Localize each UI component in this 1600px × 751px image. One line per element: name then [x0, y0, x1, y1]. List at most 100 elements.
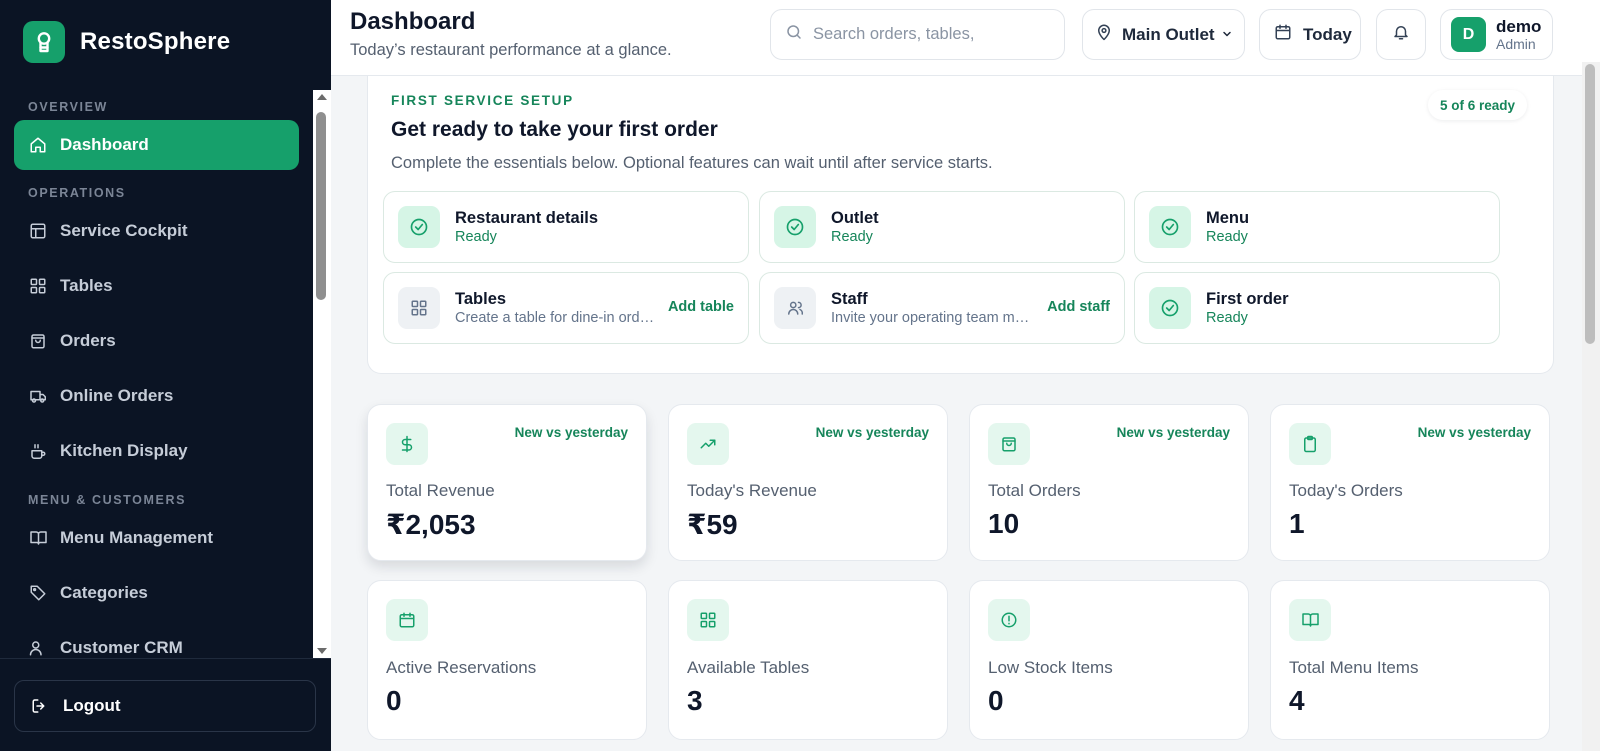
- step-title: Menu: [1206, 208, 1250, 227]
- main-scroll-thumb[interactable]: [1585, 64, 1595, 344]
- sidebar-item-label: Service Cockpit: [60, 221, 188, 240]
- logout-button[interactable]: Logout: [14, 680, 316, 732]
- sidebar-item-online-orders[interactable]: Online Orders: [14, 371, 299, 421]
- outlet-selector[interactable]: Main Outlet: [1082, 9, 1245, 60]
- sidebar-item-label: Tables: [60, 276, 113, 295]
- sidebar-item-label: Categories: [60, 583, 148, 602]
- shopping-bag-icon: [988, 423, 1030, 465]
- calendar-icon: [386, 599, 428, 641]
- stat-card-total-orders[interactable]: New vs yesterday Total Orders 10: [969, 404, 1249, 561]
- page-title: Dashboard: [350, 8, 476, 35]
- sidebar: RestoSphere OVERVIEW Dashboard OPERATION…: [0, 0, 331, 751]
- sidebar-item-label: Kitchen Display: [60, 441, 188, 460]
- search-icon: [785, 23, 803, 46]
- first-service-setup-card: FIRST SERVICE SETUP 5 of 6 ready Get rea…: [367, 76, 1554, 374]
- grid-icon: [28, 276, 48, 296]
- step-status: Ready: [831, 229, 873, 246]
- sidebar-item-kitchen-display[interactable]: Kitchen Display: [14, 426, 299, 476]
- stat-value: 0: [386, 685, 402, 716]
- main-scrollbar[interactable]: [1582, 62, 1600, 751]
- stat-card-todays-orders[interactable]: New vs yesterday Today's Orders 1: [1270, 404, 1550, 561]
- page-subtitle: Today’s restaurant performance at a glan…: [350, 41, 672, 59]
- stat-card-available-tables[interactable]: Available Tables 3: [668, 580, 948, 740]
- avatar: D: [1451, 17, 1486, 52]
- setup-step-menu[interactable]: Menu Ready: [1134, 191, 1500, 263]
- section-label-operations: OPERATIONS: [28, 186, 126, 200]
- setup-step-staff[interactable]: Staff Invite your operating team members…: [759, 272, 1125, 344]
- scroll-down-arrow-icon[interactable]: [317, 648, 327, 654]
- book-open-icon: [28, 528, 48, 548]
- brand-logo-icon: [23, 21, 65, 63]
- truck-icon: [28, 386, 48, 406]
- layout-icon: [28, 221, 48, 241]
- user-menu[interactable]: D demo Admin: [1440, 9, 1553, 60]
- stat-value: 4: [1289, 685, 1305, 716]
- sidebar-item-label: Customer CRM: [60, 638, 183, 657]
- top-header: Dashboard Today’s restaurant performance…: [331, 0, 1600, 76]
- setup-subtitle: Complete the essentials below. Optional …: [391, 154, 993, 172]
- date-filter-button[interactable]: Today: [1259, 9, 1361, 60]
- sidebar-nav: OVERVIEW Dashboard OPERATIONS Service Co…: [0, 90, 313, 658]
- sidebar-item-service-cockpit[interactable]: Service Cockpit: [14, 206, 299, 256]
- sidebar-item-menu-management[interactable]: Menu Management: [14, 513, 299, 563]
- check-circle-icon: [774, 206, 816, 248]
- sidebar-scrollbar[interactable]: [313, 90, 331, 658]
- stat-card-total-revenue[interactable]: New vs yesterday Total Revenue ₹2,053: [367, 404, 647, 561]
- stat-label: Total Revenue: [386, 481, 495, 500]
- setup-step-outlet[interactable]: Outlet Ready: [759, 191, 1125, 263]
- setup-step-restaurant-details[interactable]: Restaurant details Ready: [383, 191, 749, 263]
- setup-step-tables[interactable]: Tables Create a table for dine-in orders…: [383, 272, 749, 344]
- user-info: demo Admin: [1496, 17, 1541, 53]
- setup-step-first-order[interactable]: First order Ready: [1134, 272, 1500, 344]
- sidebar-item-orders[interactable]: Orders: [14, 316, 299, 366]
- sidebar-item-categories[interactable]: Categories: [14, 568, 299, 618]
- cooking-pot-icon: [28, 441, 48, 461]
- search-input[interactable]: [813, 25, 1043, 44]
- grid-icon: [398, 287, 440, 329]
- stat-badge: New vs yesterday: [815, 425, 929, 440]
- step-title: Staff: [831, 289, 868, 308]
- brand[interactable]: RestoSphere: [23, 21, 230, 63]
- date-filter-label: Today: [1303, 24, 1352, 44]
- stat-card-active-reservations[interactable]: Active Reservations 0: [367, 580, 647, 740]
- stat-card-total-menu-items[interactable]: Total Menu Items 4: [1270, 580, 1550, 740]
- user-name: demo: [1496, 16, 1542, 36]
- stat-value: ₹2,053: [386, 509, 476, 540]
- home-icon: [28, 135, 48, 155]
- stat-label: Low Stock Items: [988, 658, 1113, 677]
- add-staff-button[interactable]: Add staff: [1047, 299, 1110, 315]
- sidebar-item-tables[interactable]: Tables: [14, 261, 299, 311]
- section-label-overview: OVERVIEW: [28, 100, 108, 114]
- add-table-button[interactable]: Add table: [668, 299, 734, 315]
- sidebar-item-label: Dashboard: [60, 135, 149, 154]
- bell-icon: [1392, 23, 1410, 46]
- stat-label: Today's Orders: [1289, 481, 1403, 500]
- scroll-up-arrow-icon[interactable]: [317, 94, 327, 100]
- stat-label: Today's Revenue: [687, 481, 817, 500]
- stat-badge: New vs yesterday: [514, 425, 628, 440]
- step-status: Ready: [1206, 229, 1248, 246]
- sidebar-item-label: Menu Management: [60, 528, 214, 547]
- stat-label: Total Orders: [988, 481, 1081, 500]
- stat-value: 0: [988, 685, 1004, 716]
- notifications-button[interactable]: [1376, 9, 1426, 60]
- shopping-bag-icon: [28, 331, 48, 351]
- setup-eyebrow: FIRST SERVICE SETUP: [391, 93, 574, 108]
- step-title: Tables: [455, 289, 507, 308]
- stat-card-low-stock-items[interactable]: Low Stock Items 0: [969, 580, 1249, 740]
- step-status: Invite your operating team members: [831, 310, 1031, 327]
- sidebar-item-dashboard[interactable]: Dashboard: [14, 120, 299, 170]
- tag-icon: [28, 583, 48, 603]
- sidebar-scroll-thumb[interactable]: [316, 112, 326, 300]
- stat-value: 1: [1289, 508, 1305, 539]
- stat-card-todays-revenue[interactable]: New vs yesterday Today's Revenue ₹59: [668, 404, 948, 561]
- alert-circle-icon: [988, 599, 1030, 641]
- stat-label: Active Reservations: [386, 658, 537, 677]
- outlet-selector-value: Main Outlet: [1122, 24, 1215, 44]
- search-box[interactable]: [770, 9, 1065, 60]
- sidebar-item-customer-crm[interactable]: Customer CRM: [14, 623, 299, 658]
- grid-icon: [687, 599, 729, 641]
- stat-value: ₹59: [687, 509, 738, 540]
- clipboard-icon: [1289, 423, 1331, 465]
- map-pin-icon: [1095, 23, 1113, 46]
